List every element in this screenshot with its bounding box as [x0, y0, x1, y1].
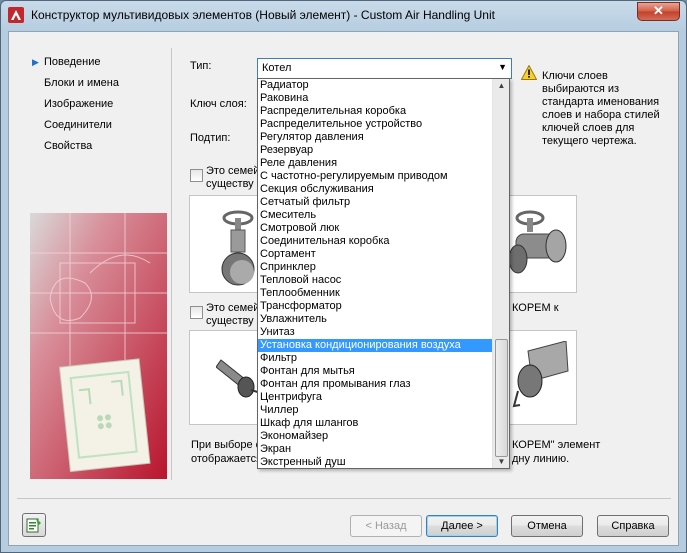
nav-item-blocks-names[interactable]: Блоки и имена — [30, 77, 119, 98]
dropdown-items: Радиатор Раковина Распределительная коробк… — [258, 79, 509, 469]
wizard-nav: ▶ Поведение Блоки и имена Изображение Со… — [30, 56, 119, 161]
dropdown-option[interactable]: Увлажнитель — [258, 313, 494, 326]
option2-label-right: КОРЕМ к — [512, 302, 559, 314]
dropdown-option[interactable]: Теплообменник — [258, 287, 494, 300]
option1-checkbox[interactable] — [190, 169, 203, 182]
scroll-down-icon[interactable]: ▼ — [496, 457, 507, 466]
title-bar[interactable]: Конструктор мультивидовых элементов (Нов… — [1, 1, 686, 31]
dropdown-option[interactable]: Фонтан для промывания глаз — [258, 378, 494, 391]
dropdown-option[interactable]: Распределительная коробка — [258, 105, 494, 118]
dropdown-option[interactable]: Фильтр — [258, 352, 494, 365]
dropdown-option[interactable]: Фонтан для мытья — [258, 365, 494, 378]
type-combobox-value: Котел — [260, 61, 480, 76]
nav-item-connectors[interactable]: Соединители — [30, 119, 119, 140]
back-button[interactable]: < Назад — [350, 515, 422, 537]
info-text-left-line1: При выборе с — [191, 439, 262, 451]
type-combobox[interactable]: Котел ▼ — [257, 58, 512, 79]
dropdown-option[interactable]: Распределительное устройство — [258, 118, 494, 131]
next-button[interactable]: Далее > — [426, 515, 498, 537]
help-button[interactable]: Справка — [597, 515, 669, 537]
option1-label-line1: Это семей — [206, 165, 260, 177]
dropdown-scrollbar[interactable]: ▲ ▼ — [492, 79, 509, 468]
dropdown-option[interactable]: Секция обслуживания — [258, 183, 494, 196]
dropdown-option[interactable]: Экстренный душ — [258, 456, 494, 469]
dropdown-option[interactable]: Тепловой насос — [258, 274, 494, 287]
dropdown-option[interactable]: Смотровой люк — [258, 222, 494, 235]
style-manager-icon — [26, 518, 41, 533]
info-text-right: КОРЕМ" элемент дну линию. — [512, 438, 600, 466]
dropdown-option[interactable]: С частотно-регулируемым приводом — [258, 170, 494, 183]
window-title: Конструктор мультивидовых элементов (Нов… — [31, 8, 495, 22]
dropdown-option[interactable]: Чиллер — [258, 404, 494, 417]
dropdown-option[interactable]: Смеситель — [258, 209, 494, 222]
nav-item-label: Соединители — [44, 119, 112, 131]
option2-label-line1: Это семей — [206, 302, 260, 314]
nav-item-image[interactable]: Изображение — [30, 98, 119, 119]
dropdown-option[interactable]: Экран — [258, 443, 494, 456]
dropdown-option[interactable]: Соединительная коробка — [258, 235, 494, 248]
triangle-right-icon: ▶ — [32, 57, 39, 67]
dropdown-option[interactable]: Установка кондиционирования воздуха — [258, 339, 494, 352]
info-text-left-line2: отображается — [191, 453, 263, 465]
wizard-illustration — [30, 213, 167, 479]
nav-item-label: Блоки и имена — [44, 77, 119, 89]
style-manager-button[interactable] — [22, 513, 46, 537]
option2-checkbox[interactable] — [190, 306, 203, 319]
horizontal-separator — [17, 498, 671, 499]
scrollbar-thumb[interactable] — [495, 339, 508, 457]
close-button[interactable]: ✕ — [637, 2, 680, 21]
dropdown-option[interactable]: Спринклер — [258, 261, 494, 274]
info-text-right-line2: дну линию. — [512, 453, 570, 465]
valve-illustration-right — [508, 210, 567, 274]
info-text-right-line1: КОРЕМ" элемент — [512, 439, 601, 451]
dropdown-option[interactable]: Унитаз — [258, 326, 494, 339]
dropdown-option[interactable]: Раковина — [258, 92, 494, 105]
cancel-button[interactable]: Отмена — [511, 515, 583, 537]
dropdown-option[interactable]: Сетчатый фильтр — [258, 196, 494, 209]
subtype-label: Подтип: — [190, 132, 231, 144]
layer-key-label: Ключ слоя: — [190, 98, 247, 110]
type-label: Тип: — [190, 60, 212, 72]
chevron-down-icon[interactable]: ▼ — [498, 62, 507, 72]
nav-item-label: Изображение — [44, 98, 114, 110]
warning-icon — [521, 65, 537, 80]
dropdown-option[interactable]: Экономайзер — [258, 430, 494, 443]
dropdown-option[interactable]: Сортамент — [258, 248, 494, 261]
dropdown-option[interactable]: Трансформатор — [258, 300, 494, 313]
option2-label-line2: существу — [206, 315, 254, 327]
nav-item-behavior[interactable]: ▶ Поведение — [30, 56, 119, 77]
dropdown-option[interactable]: Резервуар — [258, 144, 494, 157]
type-dropdown-list[interactable]: Радиатор Раковина Распределительная коробк… — [257, 78, 510, 469]
nav-item-label: Свойства — [44, 140, 93, 152]
dropdown-option[interactable]: Регулятор давления — [258, 131, 494, 144]
scroll-up-icon[interactable]: ▲ — [496, 81, 507, 90]
autocad-logo-icon — [8, 7, 24, 23]
dropdown-option[interactable]: Радиатор — [258, 79, 494, 92]
vertical-separator — [171, 48, 172, 480]
option1-label-line2: существу — [206, 178, 254, 190]
dropdown-option[interactable]: Шкаф для шлангов — [258, 417, 494, 430]
dialog-window: Конструктор мультивидовых элементов (Нов… — [0, 0, 687, 553]
nav-item-label: Поведение — [44, 56, 101, 68]
pipe-fitting-illustration-right — [512, 341, 569, 408]
layer-key-warning-text: Ключи слоев выбираются из стандарта имен… — [542, 70, 660, 147]
nav-item-properties[interactable]: Свойства — [30, 140, 119, 161]
dropdown-option[interactable]: Центрифуга — [258, 391, 494, 404]
dropdown-option[interactable]: Реле давления — [258, 157, 494, 170]
info-text-left: При выборе с отображается — [191, 438, 262, 466]
